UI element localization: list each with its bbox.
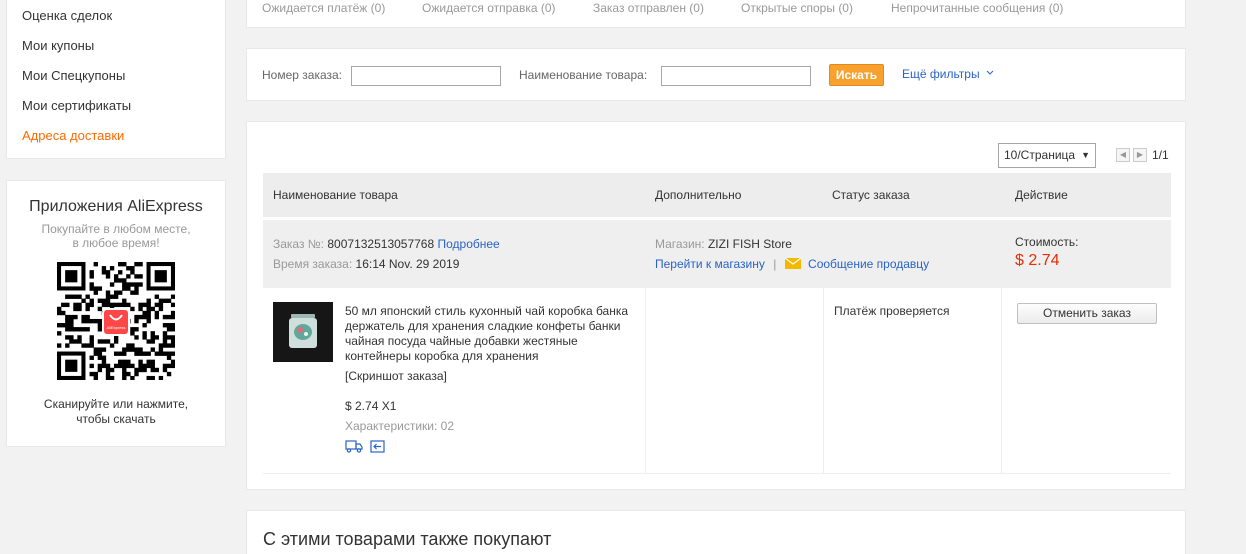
go-to-store-link[interactable]: Перейти к магазину: [655, 257, 765, 271]
order-time-label: Время заказа:: [273, 257, 353, 271]
sidebar-item-special-coupons[interactable]: Мои Спецкупоны: [7, 61, 225, 91]
order-time: 16:14 Nov. 29 2019: [355, 257, 460, 271]
product-price-quantity: $ 2.74 X1: [345, 399, 397, 413]
message-seller-link[interactable]: Сообщение продавцу: [808, 257, 929, 271]
chevron-right-icon: ▶: [1136, 150, 1144, 159]
header-order-status: Статус заказа: [832, 188, 910, 202]
per-page-select[interactable]: 10/Страница ▼: [998, 143, 1096, 168]
order-status-tabs: Ожидается платёж (0) Ожидается отправка …: [246, 0, 1186, 28]
recommendations-panel: С этими товарами также покупают: [246, 510, 1186, 554]
header-action: Действие: [1015, 188, 1068, 202]
tab-open-disputes[interactable]: Открытые споры (0): [741, 1, 853, 15]
column-divider: [823, 288, 824, 473]
order-number-input[interactable]: [351, 66, 501, 86]
column-divider: [645, 288, 646, 473]
apps-subtitle: Покупайте в любом месте, в любое время!: [41, 222, 191, 250]
sidebar-menu: Оценка сделок Мои купоны Мои Спецкупоны …: [6, 0, 226, 159]
order-search-bar: Номер заказа: Наименование товара: Искат…: [246, 48, 1186, 101]
order-cost: $ 2.74: [1015, 252, 1060, 269]
specs-label: Характеристики:: [345, 419, 438, 433]
qr-code[interactable]: AliExpress: [57, 262, 176, 381]
more-filters-link[interactable]: Ещё фильтры: [902, 67, 994, 81]
tab-awaiting-shipment[interactable]: Ожидается отправка (0): [422, 1, 556, 15]
tab-awaiting-payment[interactable]: Ожидается платёж (0): [262, 1, 385, 15]
order-number-label: Номер заказа:: [262, 68, 343, 82]
next-page-button[interactable]: ▶: [1133, 148, 1147, 162]
order-snapshot-link[interactable]: [Скриншот заказа]: [345, 369, 447, 383]
chevron-left-icon: ◀: [1119, 150, 1127, 159]
link-divider: |: [773, 257, 777, 271]
apps-title: Приложения AliExpress: [29, 198, 203, 215]
cost-label: Стоимость:: [1015, 235, 1079, 249]
store-name: ZIZI FISH Store: [707, 237, 792, 251]
recommendations-title: С этими товарами также покупают: [263, 529, 552, 549]
order-status: Платёж проверяется: [834, 304, 950, 318]
chevron-down-icon: [986, 70, 994, 75]
product-name-label: Наименование товара:: [519, 68, 648, 82]
order-details-link[interactable]: Подробнее: [438, 237, 500, 251]
product-title-link[interactable]: 50 мл японский стиль кухонный чай коробк…: [345, 304, 645, 364]
sidebar-item-delivery-addresses[interactable]: Адреса доставки: [7, 121, 225, 151]
search-button[interactable]: Искать: [829, 64, 884, 86]
page-count: 1/1: [1152, 148, 1169, 162]
tea-canister-image: [273, 302, 333, 362]
return-icon[interactable]: [370, 440, 385, 453]
per-page-value: 10/Страница: [1004, 148, 1076, 162]
column-divider: [1001, 288, 1002, 473]
apps-panel: Приложения AliExpress Покупайте в любом …: [6, 180, 226, 447]
product-name-input[interactable]: [661, 66, 811, 86]
cancel-order-button[interactable]: Отменить заказ: [1017, 303, 1157, 324]
apps-scan-text: Сканируйте или нажмите, чтобы скачать: [43, 397, 189, 426]
specs-value: 02: [440, 419, 455, 433]
sidebar-item-certificates[interactable]: Мои сертификаты: [7, 91, 225, 121]
product-thumbnail[interactable]: [273, 302, 333, 362]
more-filters-label: Ещё фильтры: [902, 67, 980, 81]
aliexpress-logo-icon: AliExpress: [102, 308, 130, 336]
order-number-label: Заказ №:: [273, 237, 325, 251]
caret-down-icon: ▼: [1081, 150, 1090, 160]
order-info-bar: Заказ №: 8007132513057768 Подробнее Врем…: [263, 220, 1171, 288]
tab-order-shipped[interactable]: Заказ отправлен (0): [593, 1, 704, 15]
header-additional: Дополнительно: [655, 188, 742, 202]
sidebar-item-deal-reviews[interactable]: Оценка сделок: [7, 1, 225, 31]
sidebar-item-coupons[interactable]: Мои купоны: [7, 31, 225, 61]
shopping-bag-handle-icon: [109, 314, 123, 321]
order-number: 8007132513057768: [327, 237, 435, 251]
delivery-truck-icon[interactable]: [345, 439, 363, 453]
header-product-name: Наименование товара: [273, 188, 398, 202]
tab-unread-messages[interactable]: Непрочитанные сообщения (0): [891, 1, 1063, 15]
orders-table-header: Наименование товара Дополнительно Статус…: [263, 173, 1171, 217]
order-product-row: 50 мл японский стиль кухонный чай коробк…: [263, 288, 1171, 474]
product-specs: Характеристики: 02: [345, 419, 454, 433]
prev-page-button[interactable]: ◀: [1116, 148, 1130, 162]
orders-panel: 10/Страница ▼ ◀ ▶ 1/1 Наименование товар…: [246, 121, 1186, 490]
envelope-icon: [784, 257, 802, 269]
aliexpress-logo-text: AliExpress: [106, 325, 126, 330]
store-label: Магазин:: [655, 237, 705, 251]
